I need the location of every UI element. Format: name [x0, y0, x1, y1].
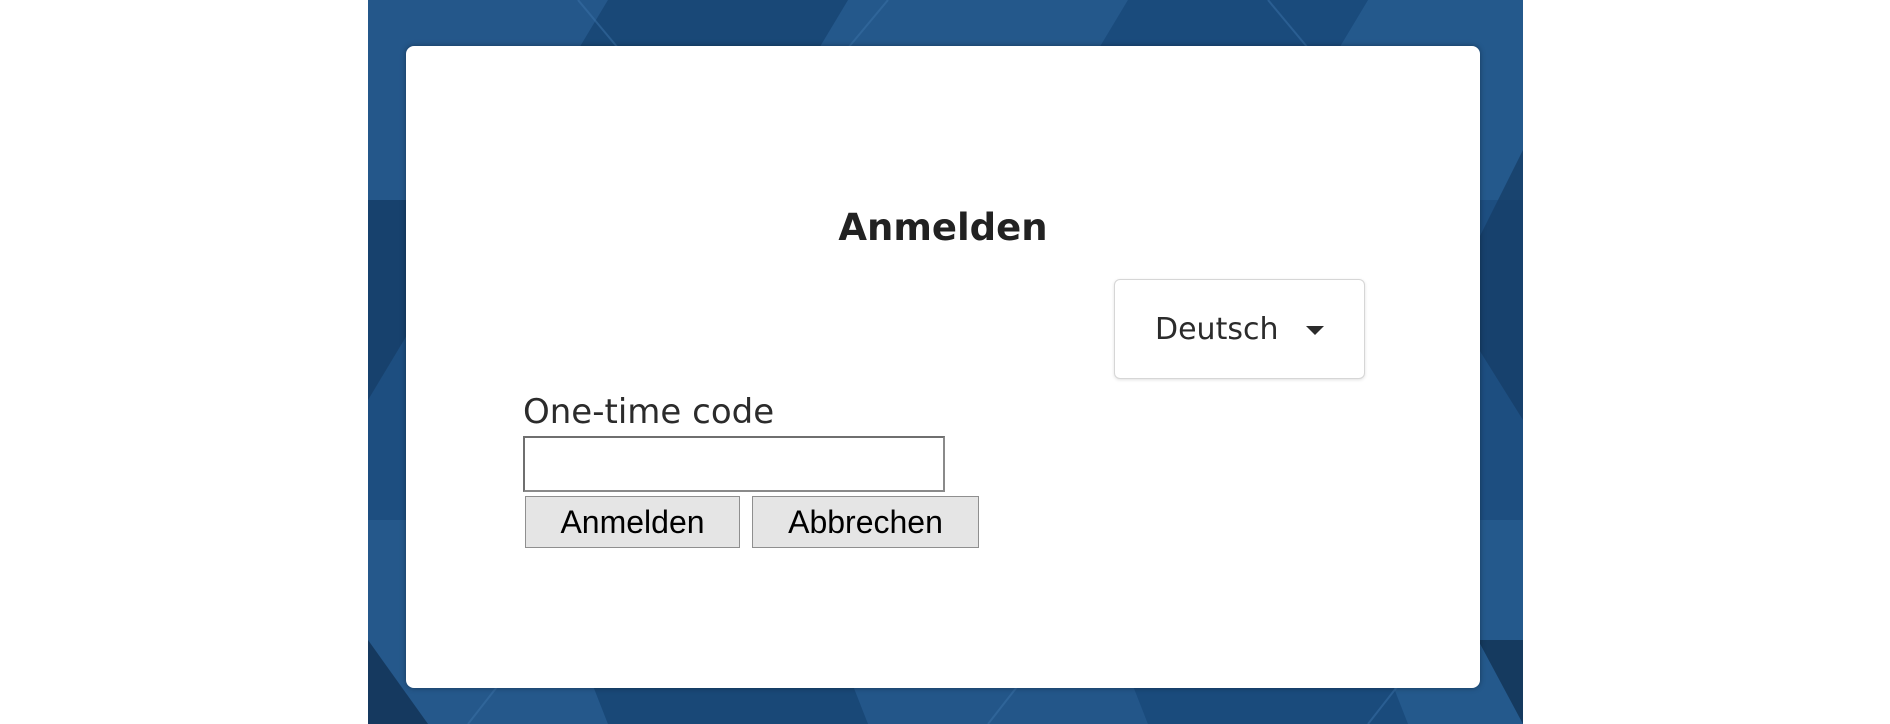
- language-select-value: Deutsch: [1155, 312, 1279, 347]
- login-card: Anmelden Deutsch One-time code Anmelden …: [406, 46, 1480, 688]
- login-background: Anmelden Deutsch One-time code Anmelden …: [368, 0, 1523, 724]
- caret-down-icon: [1306, 326, 1324, 335]
- language-select[interactable]: Deutsch: [1114, 279, 1365, 379]
- login-button[interactable]: Anmelden: [525, 496, 740, 548]
- cancel-button[interactable]: Abbrechen: [752, 496, 979, 548]
- otp-label: One-time code: [523, 392, 775, 432]
- page-title: Anmelden: [838, 206, 1048, 249]
- otp-input[interactable]: [523, 436, 945, 492]
